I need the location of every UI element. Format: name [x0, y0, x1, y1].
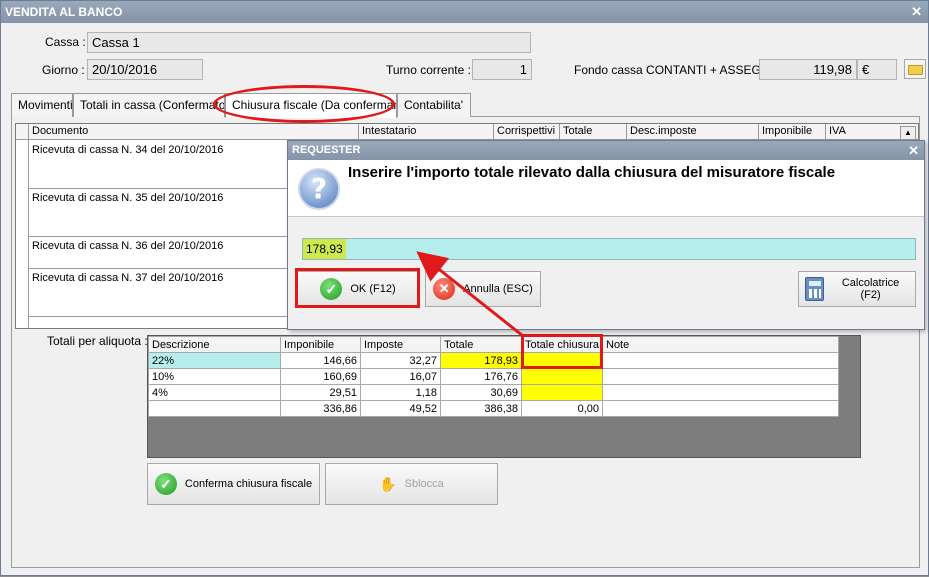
- cell-totale[interactable]: 30,69: [440, 384, 522, 401]
- tab-totali-in-cassa[interactable]: Totali in cassa (Confermato): [73, 93, 225, 117]
- table-row[interactable]: Ricevuta di cassa N. 34 del 20/10/2016: [28, 141, 288, 189]
- table-row[interactable]: Ricevuta di cassa N. 35 del 20/10/2016: [28, 189, 288, 237]
- fondo-field[interactable]: 119,98: [759, 59, 857, 80]
- totals-table: Descrizione Imponibile Imposte Totale To…: [147, 335, 861, 458]
- totals-row-sum: 336,86 49,52 386,38 0,00: [148, 400, 839, 417]
- cell-note[interactable]: [602, 352, 839, 369]
- tcol-imponibile[interactable]: Imponibile: [280, 336, 361, 353]
- tab-contabilita[interactable]: Contabilita': [397, 93, 471, 117]
- check-icon: ✓: [154, 473, 177, 495]
- giorno-field[interactable]: 20/10/2016: [87, 59, 203, 80]
- totals-row-22[interactable]: 22% 146,66 32,27 178,93: [148, 352, 839, 369]
- amount-input-value: 178,93: [303, 239, 346, 259]
- sblocca-button[interactable]: ✋ Sblocca: [325, 463, 498, 505]
- turno-label: Turno corrente :: [386, 63, 471, 77]
- cell-imposte[interactable]: 32,27: [360, 352, 441, 369]
- table-row[interactable]: Ricevuta di cassa N. 37 del 20/10/2016: [28, 269, 288, 317]
- cell-totale[interactable]: 178,93: [440, 352, 522, 369]
- fondo-currency: €: [857, 59, 897, 80]
- cell-totale[interactable]: 176,76: [440, 368, 522, 385]
- grid-header: Documento Intestatario Corrispettivi Tot…: [16, 124, 918, 140]
- tcol-totale[interactable]: Totale: [440, 336, 522, 353]
- cell-imposte[interactable]: 16,07: [360, 368, 441, 385]
- tcol-note[interactable]: Note: [602, 336, 839, 353]
- check-icon: ✓: [320, 278, 343, 300]
- conferma-label: Conferma chiusura fiscale: [184, 478, 313, 490]
- cell-descrizione[interactable]: 10%: [148, 368, 281, 385]
- turno-field[interactable]: 1: [472, 59, 532, 80]
- cassa-field[interactable]: Cassa 1: [87, 32, 531, 53]
- close-icon[interactable]: ✕: [908, 141, 919, 160]
- ok-label: OK (F12): [350, 283, 396, 295]
- calc-label: Calcolatrice (F2): [841, 277, 900, 301]
- cell-imponibile[interactable]: 29,51: [280, 384, 361, 401]
- cassa-label: Cassa :: [45, 35, 86, 49]
- cell-totale-chiusura[interactable]: [521, 368, 603, 385]
- fondo-label: Fondo cassa CONTANTI + ASSEGNI :: [574, 63, 780, 77]
- cancel-icon: ✕: [433, 278, 456, 300]
- conferma-chiusura-button[interactable]: ✓ Conferma chiusura fiscale: [147, 463, 320, 505]
- cell-note[interactable]: [602, 384, 839, 401]
- question-icon: ?: [298, 168, 340, 210]
- cell-note: [602, 400, 839, 417]
- cell-imposte[interactable]: 1,18: [360, 384, 441, 401]
- dialog-prompt: Inserire l'importo totale rilevato dalla…: [348, 164, 836, 181]
- col-desc-imposte[interactable]: Desc.imposte: [626, 124, 758, 140]
- annulla-label: Annulla (ESC): [463, 283, 533, 295]
- tab-movimenti[interactable]: Movimenti: [11, 93, 73, 117]
- cell-descrizione: [148, 400, 281, 417]
- cell-totale: 386,38: [440, 400, 522, 417]
- ok-button[interactable]: ✓ OK (F12): [297, 271, 419, 307]
- window-titlebar: VENDITA AL BANCO ✕: [1, 1, 928, 23]
- cell-note[interactable]: [602, 368, 839, 385]
- tcol-totale-chiusura[interactable]: Totale chiusura: [521, 336, 603, 353]
- dialog-message-area: ? Inserire l'importo totale rilevato dal…: [288, 160, 924, 217]
- main-window: VENDITA AL BANCO ✕ Cassa : Cassa 1 Giorn…: [0, 0, 929, 576]
- sblocca-label: Sblocca: [404, 478, 444, 490]
- dialog-title: REQUESTER: [292, 144, 361, 156]
- amount-input[interactable]: 178,93: [302, 238, 916, 260]
- dialog-titlebar: REQUESTER ✕: [288, 141, 924, 160]
- cell-descrizione[interactable]: 22%: [148, 352, 281, 369]
- col-iva[interactable]: IVA: [825, 124, 891, 140]
- tcol-descrizione[interactable]: Descrizione: [148, 336, 281, 353]
- col-totale[interactable]: Totale: [559, 124, 626, 140]
- cell-imponibile: 336,86: [280, 400, 361, 417]
- cell-imposte: 49,52: [360, 400, 441, 417]
- giorno-label: Giorno :: [42, 63, 85, 77]
- scroll-up-arrow-icon[interactable]: ▲: [900, 126, 916, 140]
- cell-imponibile[interactable]: 160,69: [280, 368, 361, 385]
- cell-totale-chiusura[interactable]: [521, 384, 603, 401]
- window-title: VENDITA AL BANCO: [5, 5, 123, 19]
- cell-descrizione[interactable]: 4%: [148, 384, 281, 401]
- col-intestatario[interactable]: Intestatario: [358, 124, 493, 140]
- cell-totale-chiusura: 0,00: [521, 400, 603, 417]
- cell-totale-chiusura[interactable]: [521, 352, 603, 369]
- col-corrispettivi[interactable]: Corrispettivi: [493, 124, 559, 140]
- calcolatrice-button[interactable]: Calcolatrice (F2): [798, 271, 916, 307]
- table-row[interactable]: Ricevuta di cassa N. 36 del 20/10/2016: [28, 237, 288, 269]
- cell-imponibile[interactable]: 146,66: [280, 352, 361, 369]
- calculator-icon: [805, 277, 825, 301]
- tab-chiusura-fiscale[interactable]: Chiusura fiscale (Da confermare): [225, 93, 397, 118]
- tcol-imposte[interactable]: Imposte: [360, 336, 441, 353]
- requester-dialog: REQUESTER ✕ ? Inserire l'importo totale …: [287, 140, 925, 330]
- totals-row-4[interactable]: 4% 29,51 1,18 30,69: [148, 384, 839, 401]
- close-icon[interactable]: ✕: [911, 1, 922, 23]
- annulla-button[interactable]: ✕ Annulla (ESC): [425, 271, 541, 307]
- totals-row-10[interactable]: 10% 160,69 16,07 176,76: [148, 368, 839, 385]
- col-imponibile[interactable]: Imponibile: [758, 124, 825, 140]
- col-documento[interactable]: Documento: [28, 124, 358, 140]
- unlock-icon: ✋: [379, 475, 397, 492]
- totals-label: Totali per aliquota :: [47, 334, 148, 348]
- folder-icon[interactable]: [904, 59, 926, 79]
